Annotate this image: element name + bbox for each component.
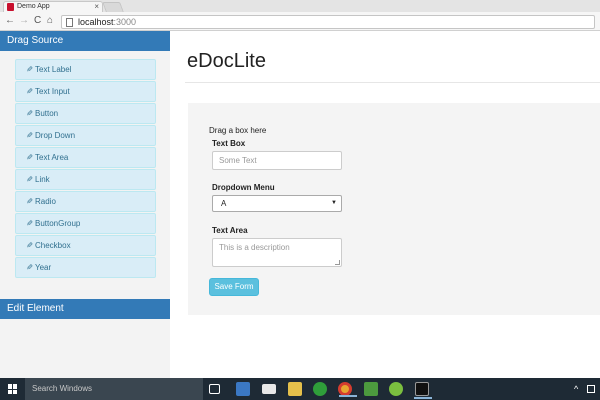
text-area-input[interactable]: This is a description bbox=[212, 238, 342, 267]
drag-hint: Drag a box here bbox=[209, 126, 267, 135]
drag-item-text-label[interactable]: ✎ Text Label bbox=[15, 59, 156, 80]
dropdown-value: A bbox=[221, 199, 227, 208]
drag-item-label: Text Label bbox=[35, 65, 72, 74]
drag-item-label: Radio bbox=[35, 197, 56, 206]
pencil-icon: ✎ bbox=[26, 153, 33, 162]
sidebar: Drag Source ✎ Text Label ✎ Text Input ✎ But… bbox=[0, 31, 170, 378]
url-port: :3000 bbox=[113, 17, 137, 27]
tab-title: Demo App bbox=[17, 3, 50, 10]
pencil-icon: ✎ bbox=[26, 197, 33, 206]
browser-tab-strip: Demo App × bbox=[0, 0, 600, 12]
drag-item-label: Checkbox bbox=[35, 241, 71, 250]
text-area-label: Text Area bbox=[212, 226, 248, 235]
xbox-icon[interactable] bbox=[313, 382, 327, 396]
url-text: localhost:3000 bbox=[78, 17, 136, 27]
home-icon[interactable]: ⌂ bbox=[47, 15, 53, 27]
forward-icon[interactable]: → bbox=[19, 15, 29, 27]
taskbar-search-input[interactable]: Search Windows bbox=[25, 378, 203, 400]
text-box-label: Text Box bbox=[212, 139, 246, 148]
drag-item-year[interactable]: ✎ Year bbox=[15, 257, 156, 278]
page-title: eDocLite bbox=[187, 50, 266, 72]
pencil-icon: ✎ bbox=[26, 219, 33, 228]
drag-item-button[interactable]: ✎ Button bbox=[15, 103, 156, 124]
address-bar-row: ← → C ⌂ localhost:3000 bbox=[0, 12, 600, 31]
new-tab-button[interactable] bbox=[102, 2, 124, 12]
pencil-icon: ✎ bbox=[26, 65, 33, 74]
save-form-button[interactable]: Save Form bbox=[209, 278, 259, 296]
pencil-icon: ✎ bbox=[26, 263, 33, 272]
drag-source-list: ✎ Text Label ✎ Text Input ✎ Button ✎ Drop Do… bbox=[15, 59, 156, 279]
tray-arrow-icon[interactable]: ^ bbox=[574, 383, 578, 395]
drag-item-label: Link bbox=[35, 175, 50, 184]
file-explorer-icon[interactable] bbox=[288, 382, 302, 396]
pencil-icon: ✎ bbox=[26, 109, 33, 118]
drag-item-text-input[interactable]: ✎ Text Input bbox=[15, 81, 156, 102]
drag-item-label: Year bbox=[35, 263, 52, 272]
drag-item-radio[interactable]: ✎ Radio bbox=[15, 191, 156, 212]
chrome-icon[interactable] bbox=[338, 382, 357, 397]
drag-item-label: Drop Down bbox=[35, 131, 76, 140]
url-input[interactable]: localhost:3000 bbox=[61, 15, 595, 29]
pencil-icon: ✎ bbox=[26, 87, 33, 96]
text-area-placeholder: This is a description bbox=[219, 243, 290, 252]
drag-item-link[interactable]: ✎ Link bbox=[15, 169, 156, 190]
terminal-icon[interactable] bbox=[414, 382, 432, 399]
close-tab-icon[interactable]: × bbox=[94, 2, 99, 11]
drag-item-label: Text Input bbox=[35, 87, 70, 96]
network-icon[interactable] bbox=[587, 385, 595, 393]
store-icon[interactable] bbox=[236, 382, 250, 396]
page-icon bbox=[66, 18, 73, 27]
back-icon[interactable]: ← bbox=[5, 15, 15, 27]
drag-item-buttongroup[interactable]: ✎ ButtonGroup bbox=[15, 213, 156, 234]
drag-item-label: Text Area bbox=[35, 153, 69, 162]
pencil-icon: ✎ bbox=[26, 175, 33, 184]
chevron-down-icon: ▼ bbox=[331, 200, 337, 206]
pencil-icon: ✎ bbox=[26, 131, 33, 140]
reload-icon[interactable]: C bbox=[34, 15, 41, 27]
favicon-icon bbox=[7, 3, 14, 11]
edit-element-header: Edit Element bbox=[0, 299, 170, 319]
text-box-input[interactable]: Some Text bbox=[212, 151, 342, 170]
drag-item-text-area[interactable]: ✎ Text Area bbox=[15, 147, 156, 168]
drop-zone[interactable]: Drag a box here Text Box Some Text Dropd… bbox=[188, 103, 600, 315]
browser-tab[interactable]: Demo App × bbox=[3, 1, 103, 12]
download-icon[interactable] bbox=[364, 382, 378, 396]
dropdown-select[interactable]: A ▼ bbox=[212, 195, 342, 212]
windows-taskbar: Search Windows ^ bbox=[0, 378, 600, 400]
dropdown-label: Dropdown Menu bbox=[212, 183, 275, 192]
drag-item-label: ButtonGroup bbox=[35, 219, 81, 228]
resize-handle-icon[interactable] bbox=[335, 260, 340, 265]
drag-source-header: Drag Source bbox=[0, 31, 170, 51]
drag-item-checkbox[interactable]: ✎ Checkbox bbox=[15, 235, 156, 256]
mail-icon[interactable] bbox=[262, 384, 276, 394]
drag-item-label: Button bbox=[35, 109, 59, 118]
pencil-icon: ✎ bbox=[26, 241, 33, 250]
android-studio-icon[interactable] bbox=[389, 382, 403, 396]
url-host: localhost bbox=[78, 17, 114, 27]
drag-item-drop-down[interactable]: ✎ Drop Down bbox=[15, 125, 156, 146]
task-view-icon[interactable] bbox=[209, 384, 220, 394]
title-divider bbox=[185, 82, 600, 83]
windows-start-icon[interactable] bbox=[8, 384, 18, 394]
